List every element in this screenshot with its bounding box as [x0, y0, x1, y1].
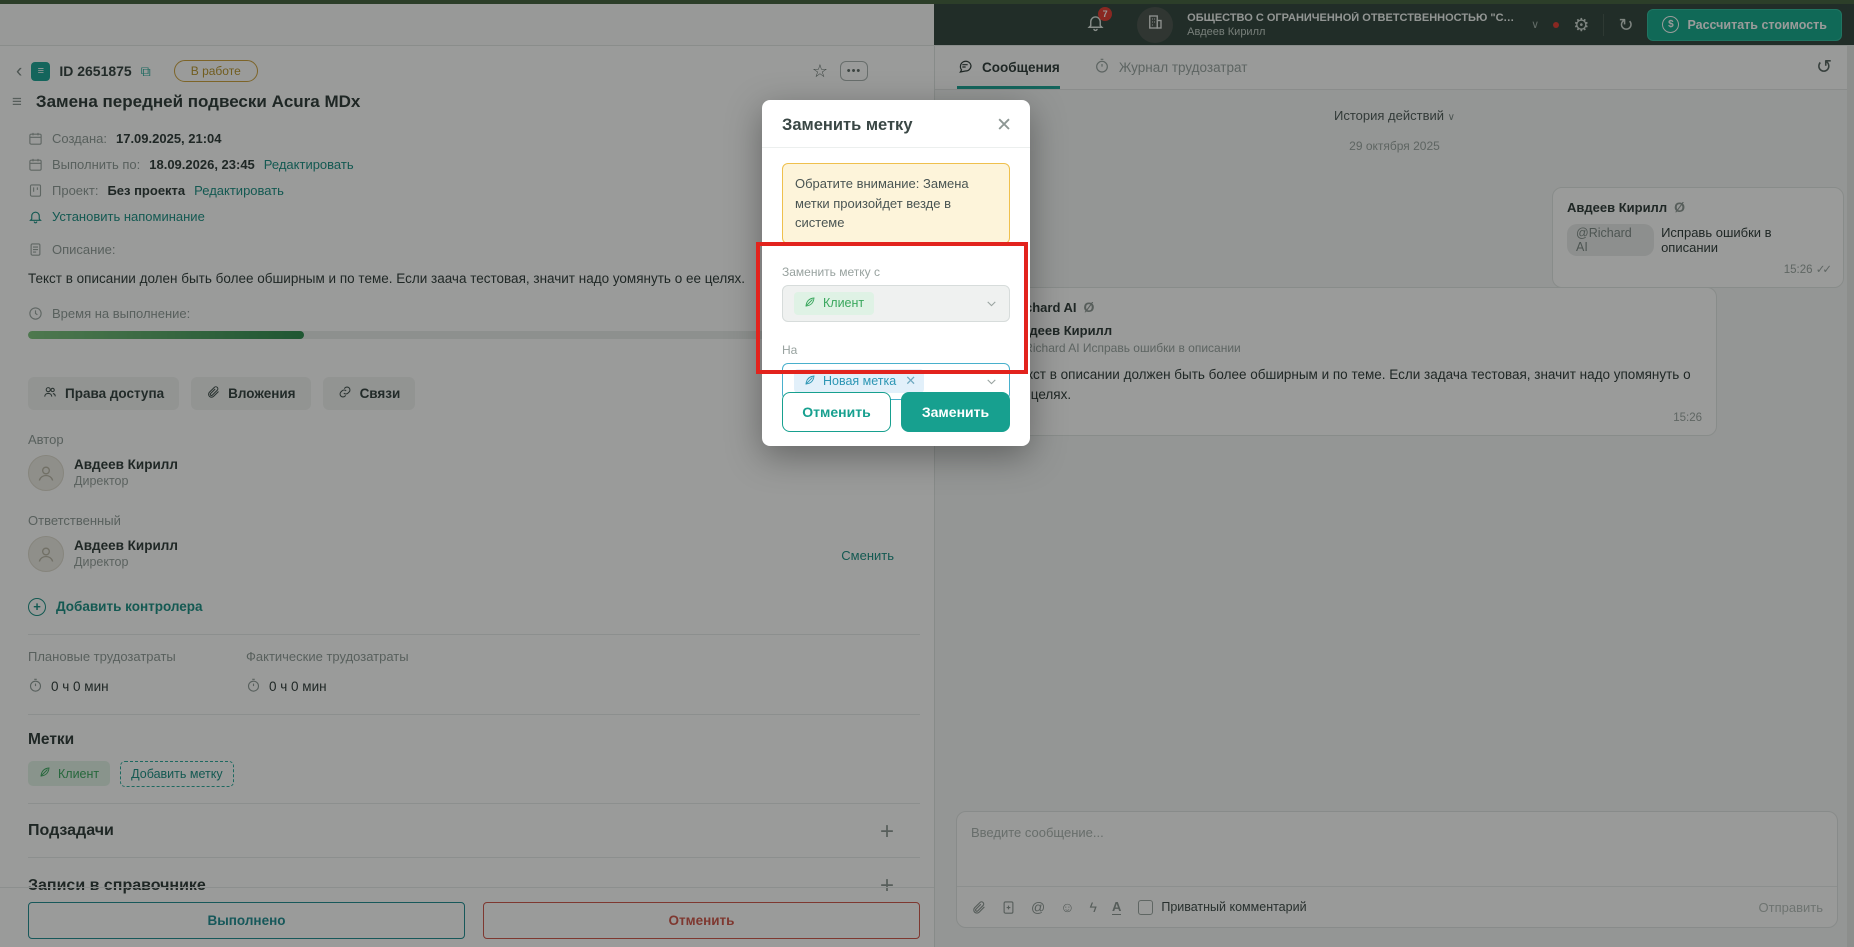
remove-tag-x-icon[interactable]: ✕ [905, 373, 916, 389]
replace-to-label: На [782, 342, 798, 357]
close-icon[interactable]: ✕ [996, 116, 1012, 135]
replace-from-label: Заменить метку с [782, 264, 880, 279]
selected-label-client: Клиент [794, 291, 875, 315]
replace-from-select[interactable]: Клиент [782, 284, 1010, 322]
warning-message: Обратите внимание: Замена метки произойд… [782, 163, 1010, 244]
app-root: 7 ОБЩЕСТВО С ОГРАНИЧЕННОЙ ОТВЕТСТВЕННОСТ… [0, 0, 1854, 947]
modal-cancel-button[interactable]: Отменить [782, 392, 891, 432]
leaf-icon [804, 374, 816, 389]
modal-title: Заменить метку [782, 116, 913, 134]
chevron-down-icon [985, 297, 998, 310]
leaf-icon [804, 296, 816, 311]
selected-label-new: Новая метка ✕ [794, 369, 925, 393]
chevron-down-icon [985, 375, 998, 388]
modal-confirm-button[interactable]: Заменить [901, 392, 1010, 432]
replace-label-modal: Заменить метку ✕ Обратите внимание: Заме… [762, 100, 1030, 446]
